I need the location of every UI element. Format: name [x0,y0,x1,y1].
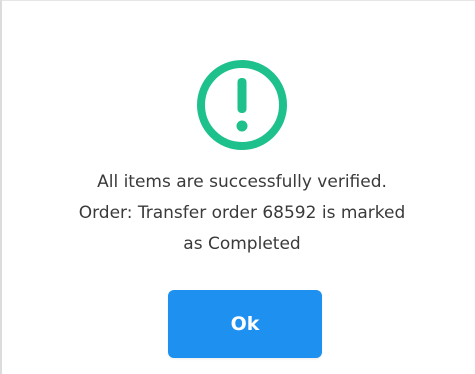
ok-button[interactable]: Ok [168,290,322,358]
success-dialog: All items are successfully verified. Ord… [2,1,475,374]
message-line-2: Order: Transfer order 68592 is marked [78,203,406,223]
exclamation-circle-icon [197,60,287,150]
message-line-1: All items are successfully verified. [97,172,387,192]
message-line-3: as Completed [183,234,301,254]
dialog-message: All items are successfully verified. Ord… [22,167,462,260]
screen: All items are successfully verified. Ord… [0,0,475,374]
